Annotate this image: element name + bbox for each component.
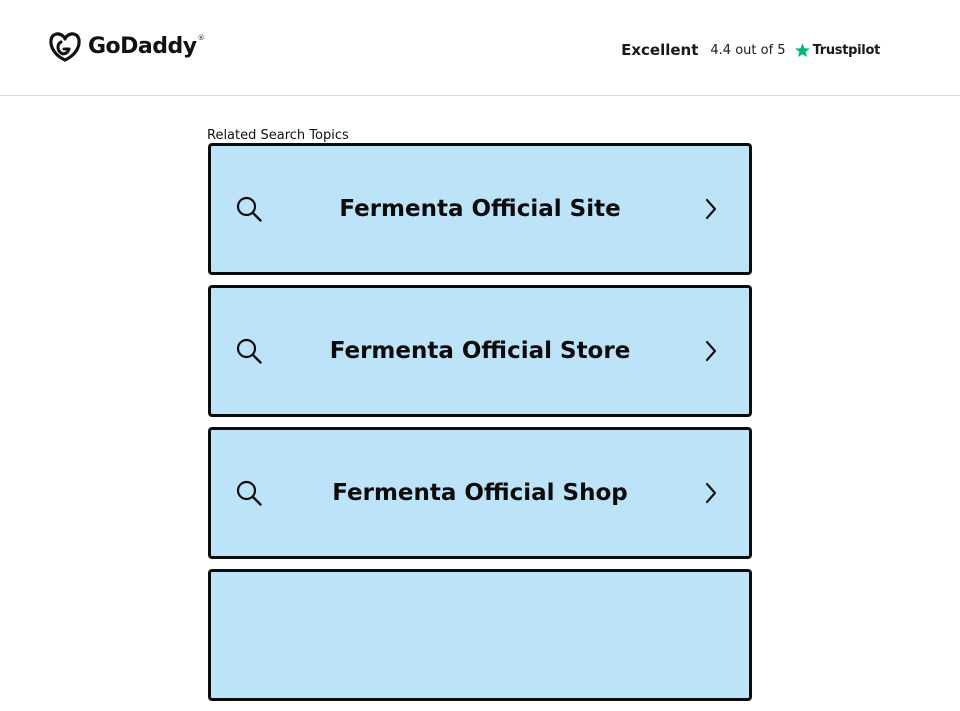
chevron-right-icon [705, 198, 717, 220]
topic-label: Fermenta Official Shop [332, 480, 628, 506]
topic-label: Fermenta Official Store [329, 338, 631, 364]
topic-card-partial[interactable] [208, 569, 752, 701]
trustpilot-wordmark: Trustpilot [812, 42, 881, 58]
topic-card[interactable]: Fermenta Official Shop [208, 427, 752, 559]
related-topics-list: Fermenta Official Site Fermenta Official… [208, 143, 752, 711]
topic-label: Fermenta Official Site [339, 196, 621, 222]
search-icon [236, 338, 262, 364]
trustpilot-rating[interactable]: Excellent 4.4 out of 5 Trustpilot [621, 38, 880, 62]
chevron-right-icon [705, 340, 717, 362]
godaddy-logo[interactable]: GoDaddy® [48, 31, 205, 63]
section-label: Related Search Topics [207, 128, 349, 143]
rating-score: 4.4 out of 5 [710, 42, 786, 58]
rating-word: Excellent [621, 41, 699, 59]
godaddy-logo-icon [49, 32, 81, 62]
chevron-right-icon [705, 482, 717, 504]
topic-card[interactable]: Fermenta Official Store [208, 285, 752, 417]
trademark-symbol: ® [197, 34, 205, 42]
site-header: GoDaddy® Excellent 4.4 out of 5 Trustpil… [0, 0, 960, 96]
search-icon [236, 196, 262, 222]
brand-name: GoDaddy® [88, 34, 205, 59]
search-icon [236, 480, 262, 506]
star-icon [794, 42, 810, 57]
topic-card[interactable]: Fermenta Official Site [208, 143, 752, 275]
